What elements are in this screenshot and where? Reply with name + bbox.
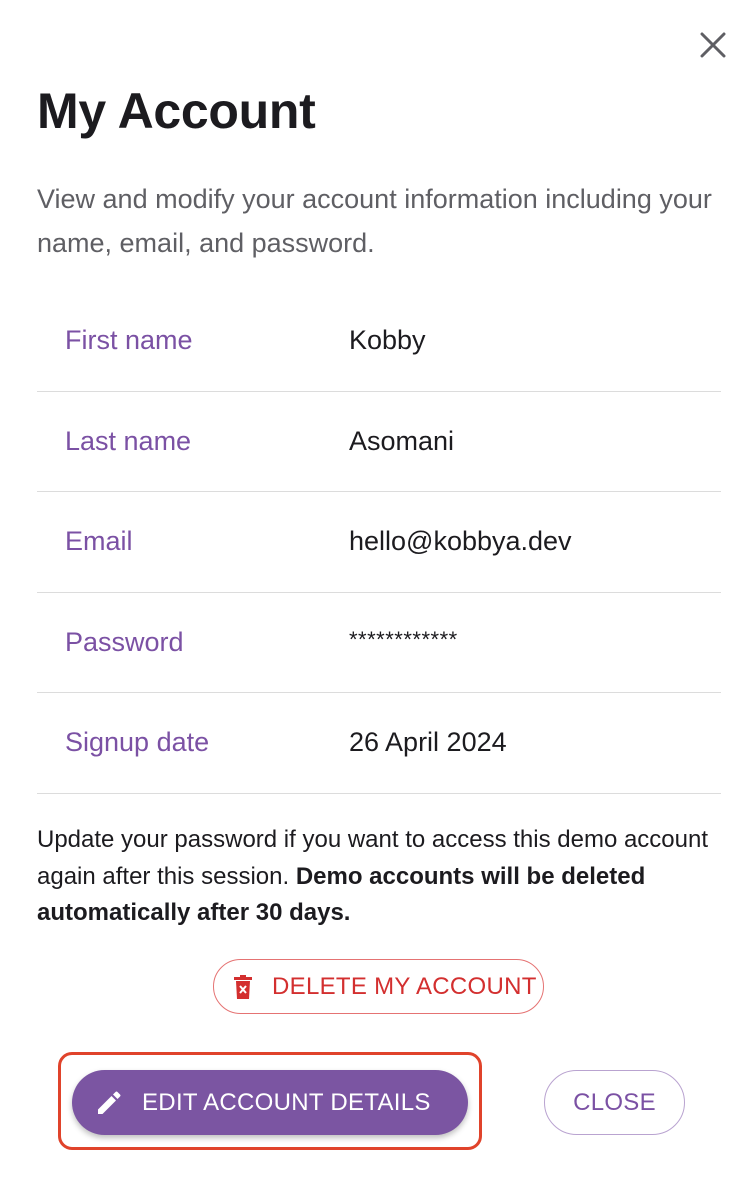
table-row: Last name Asomani — [37, 392, 721, 492]
field-label: First name — [65, 325, 193, 356]
edit-account-label: EDIT ACCOUNT DETAILS — [142, 1088, 431, 1116]
field-label: Last name — [65, 425, 192, 456]
pencil-icon — [96, 1090, 122, 1121]
edit-account-details-button[interactable]: EDIT ACCOUNT DETAILS — [72, 1070, 468, 1135]
table-row: Signup date 26 April 2024 — [37, 693, 721, 794]
delete-account-label: DELETE MY ACCOUNT — [272, 972, 537, 1000]
field-label: Signup date — [65, 727, 210, 758]
close-button-label: CLOSE — [573, 1088, 656, 1116]
close-icon[interactable] — [694, 26, 732, 64]
account-info-table: First name Kobby Last name Asomani Email… — [37, 291, 721, 794]
table-row: Password ************ — [37, 593, 721, 693]
account-dialog: My Account View and modify your account … — [0, 0, 756, 1190]
page-title: My Account — [37, 83, 316, 139]
password-value: ************ — [349, 626, 458, 652]
retention-notice: Update your password if you want to acce… — [37, 822, 727, 932]
field-value: hello@kobbya.dev — [349, 526, 572, 557]
dialog-description: View and modify your account information… — [37, 184, 712, 258]
field-value: Asomani — [349, 425, 455, 456]
delete-account-button[interactable]: DELETE MY ACCOUNT — [213, 959, 544, 1014]
table-row: Email hello@kobbya.dev — [37, 492, 721, 593]
trash-icon — [234, 975, 252, 1004]
field-label: Email — [65, 526, 133, 557]
table-row: First name Kobby — [37, 291, 721, 392]
close-button[interactable]: CLOSE — [544, 1070, 685, 1135]
field-label: Password — [65, 626, 184, 657]
field-value: 26 April 2024 — [349, 727, 507, 758]
field-value: Kobby — [349, 325, 426, 356]
